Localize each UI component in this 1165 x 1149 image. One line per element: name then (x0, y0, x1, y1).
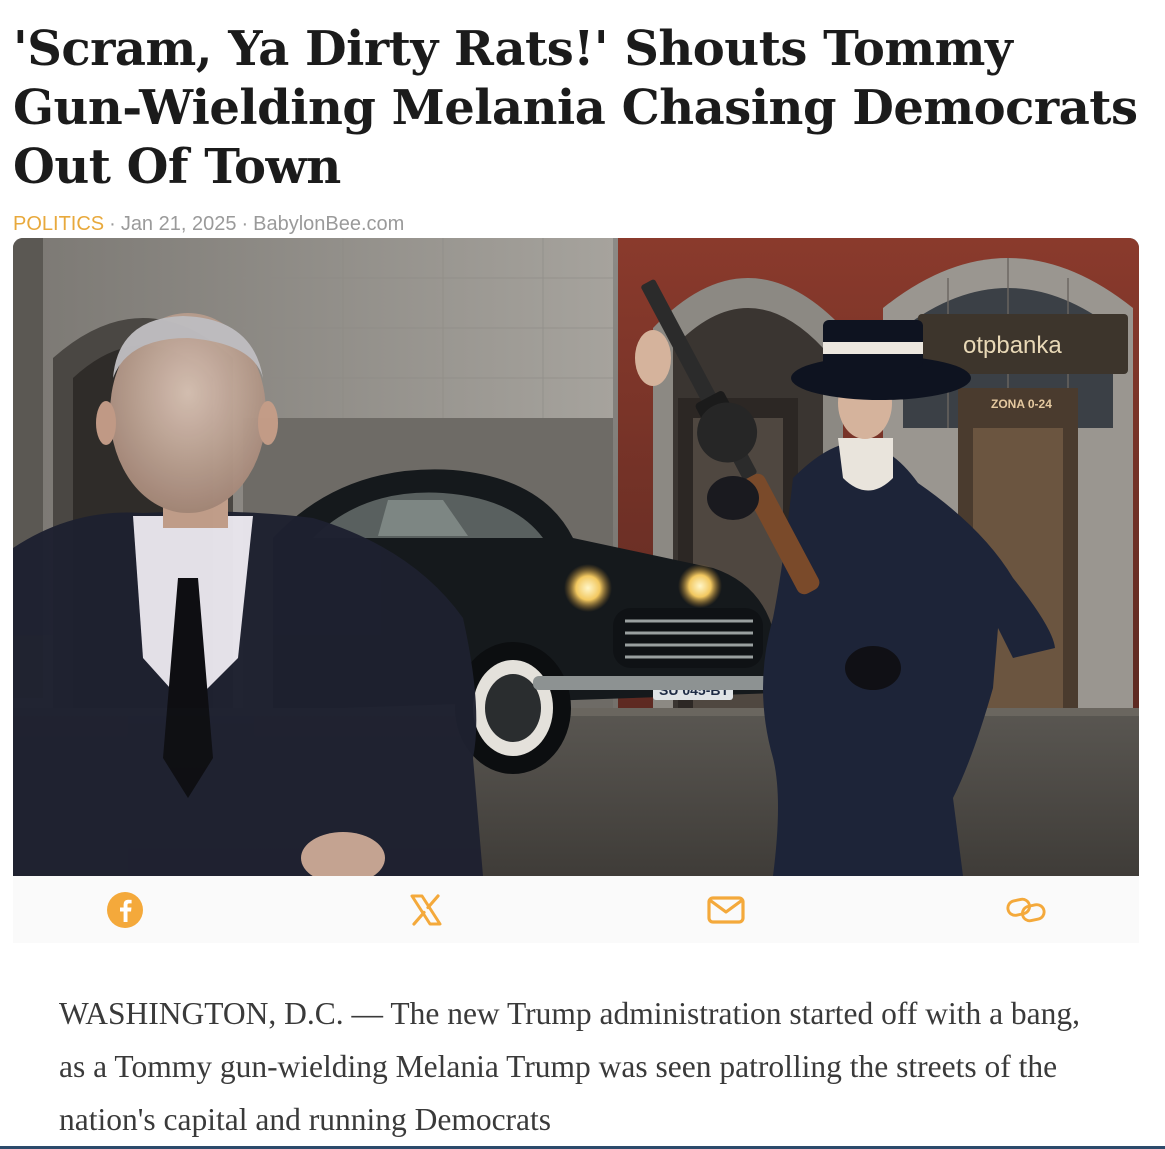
article-body: WASHINGTON, D.C. — The new Trump adminis… (13, 943, 1139, 1149)
article-page: 'Scram, Ya Dirty Rats!' Shouts Tommy Gun… (0, 0, 1165, 1149)
x-icon (410, 894, 442, 926)
article-first-paragraph: WASHINGTON, D.C. — The new Trump adminis… (59, 996, 1081, 1137)
article-meta: POLITICS · Jan 21, 2025 · BabylonBee.com (13, 211, 404, 237)
article-headline: 'Scram, Ya Dirty Rats!' Shouts Tommy Gun… (13, 21, 1138, 195)
share-email-button[interactable] (706, 890, 746, 930)
article-date: Jan 21, 2025 (120, 213, 237, 235)
share-bar (13, 876, 1139, 943)
hero-image: otpbanka ZONA 0-24 (13, 238, 1139, 876)
facebook-icon (107, 892, 143, 928)
link-icon (1006, 897, 1046, 923)
meta-separator: · (241, 213, 249, 235)
share-facebook-button[interactable] (105, 890, 145, 930)
category-link[interactable]: POLITICS (13, 213, 104, 235)
zone-sign: ZONA 0-24 (991, 397, 1052, 411)
email-icon (707, 896, 745, 924)
meta-separator: · (109, 213, 116, 235)
copy-link-button[interactable] (1006, 890, 1046, 930)
bank-sign: otpbanka (963, 332, 1062, 359)
article-source: BabylonBee.com (253, 213, 405, 235)
share-x-button[interactable] (406, 890, 446, 930)
